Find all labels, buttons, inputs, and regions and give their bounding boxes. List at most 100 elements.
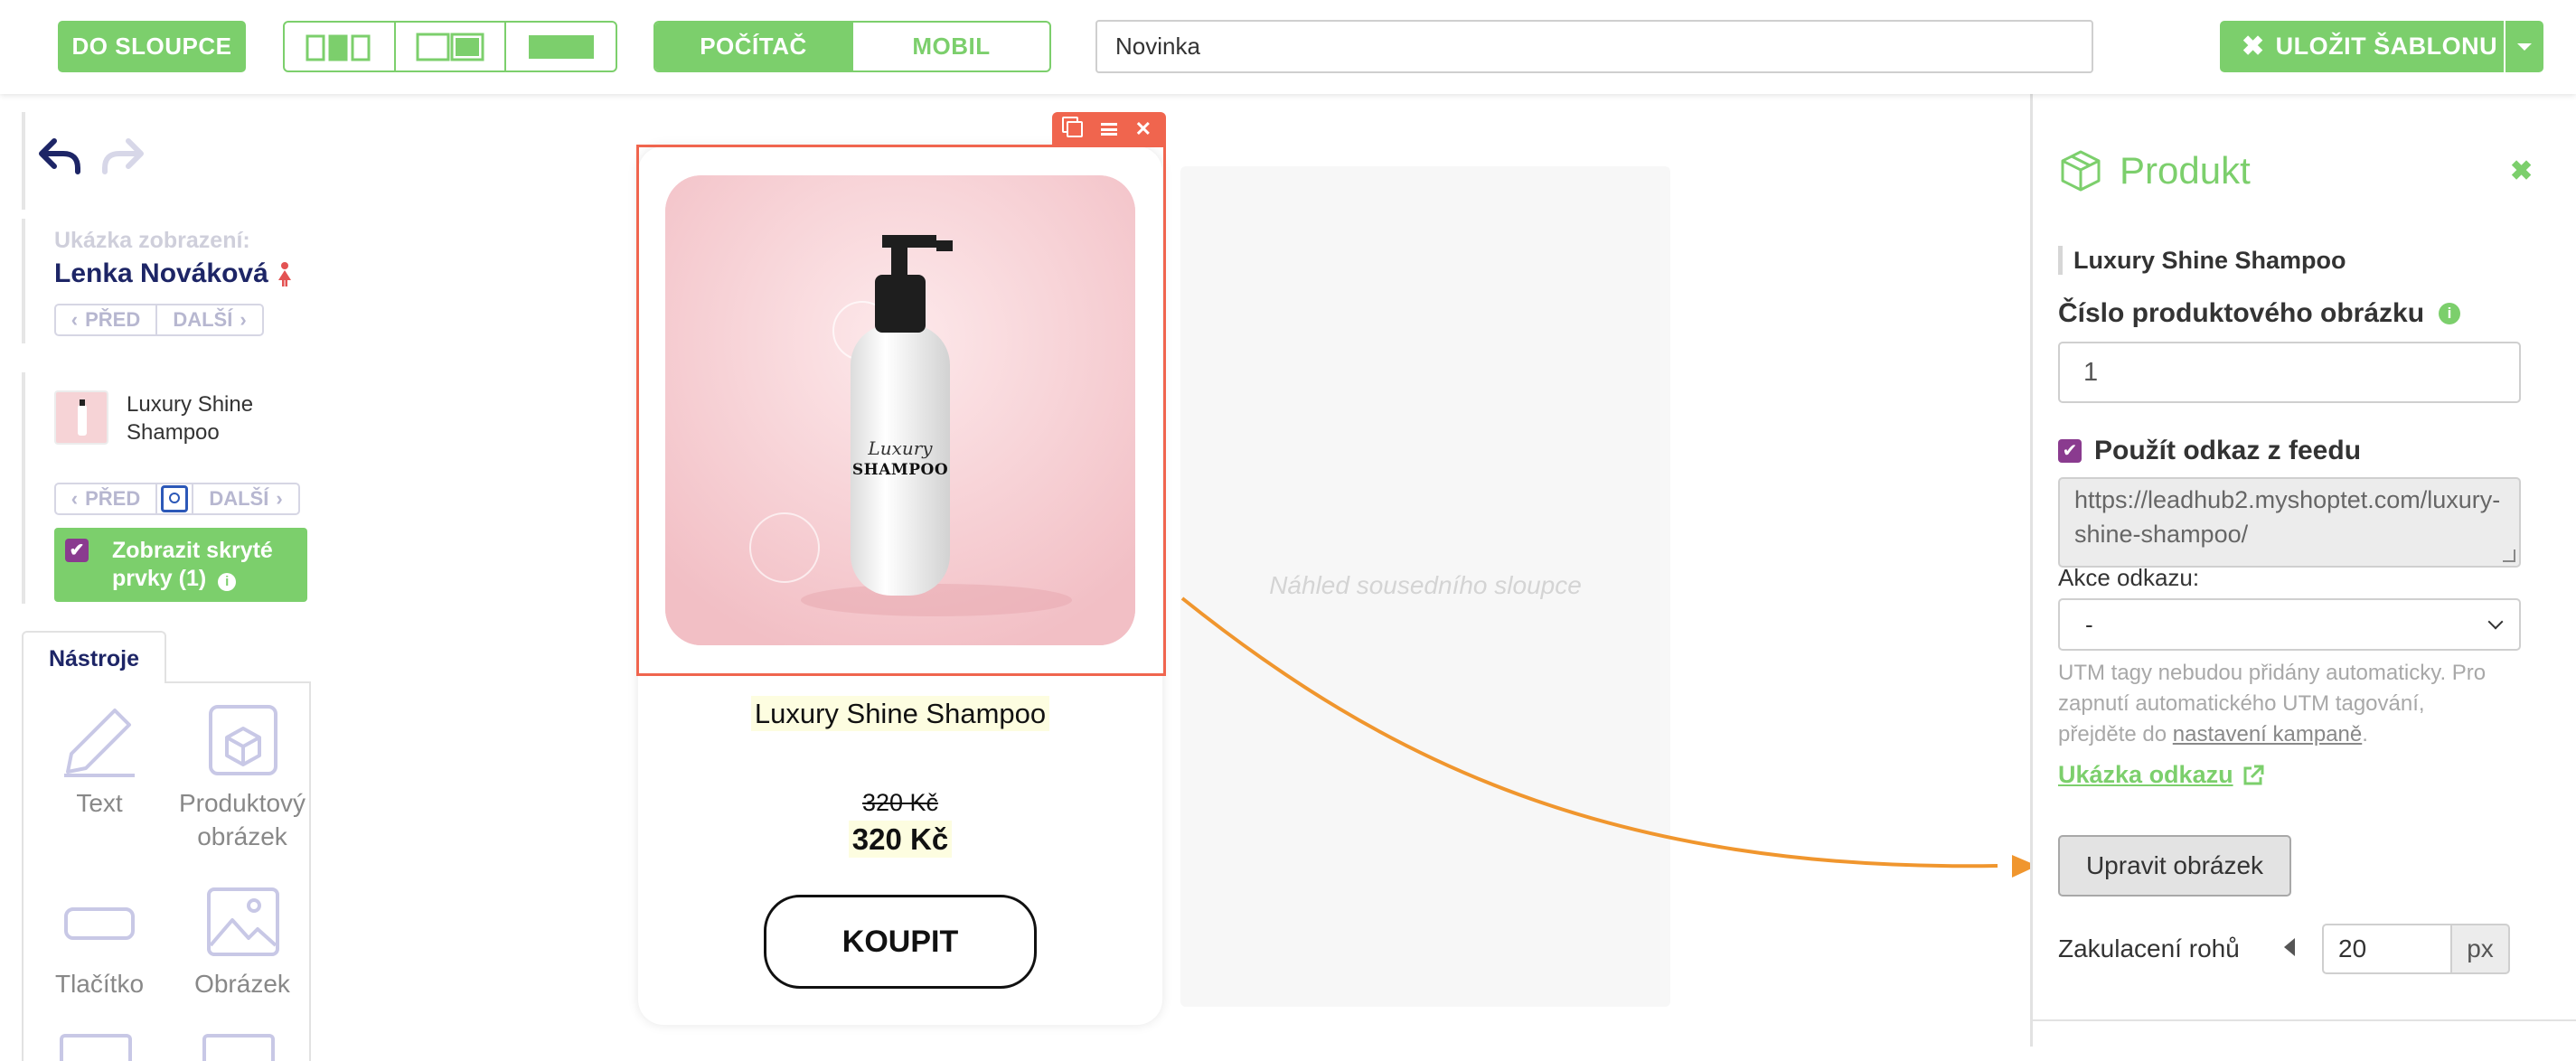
panel-product-name: Luxury Shine Shampoo bbox=[2058, 246, 2346, 275]
template-name-input[interactable]: Novinka bbox=[1095, 20, 2093, 73]
utm-note-line: přejděte do nastavení kampaně. bbox=[2058, 719, 2546, 750]
bottle-label-script: Luxury bbox=[868, 437, 933, 459]
image-number-value: 1 bbox=[2083, 357, 2099, 387]
contact-prev-button[interactable]: ‹ PŘED bbox=[56, 305, 157, 334]
use-feed-link-checkbox[interactable]: ✔ Použít odkaz z feedu bbox=[2058, 436, 2361, 466]
layout-one-column-option[interactable] bbox=[506, 23, 616, 70]
device-mobile-tab[interactable]: MOBIL bbox=[853, 23, 1049, 70]
to-columns-button[interactable]: DO SLOUPCE bbox=[58, 21, 246, 72]
use-feed-link-label: Použít odkaz z feedu bbox=[2094, 436, 2362, 465]
caret-left-icon[interactable] bbox=[2284, 938, 2295, 956]
edit-image-button[interactable]: Upravit obrázek bbox=[2058, 835, 2291, 897]
tool-image[interactable]: Obrázek bbox=[170, 886, 315, 1000]
left-divider bbox=[22, 112, 25, 210]
panel-close-icon[interactable]: ✖ bbox=[2510, 155, 2533, 187]
layout-two-columns-option[interactable] bbox=[396, 23, 507, 70]
chevron-right-icon: › bbox=[240, 308, 247, 331]
link-preview-link[interactable]: Ukázka odkazu bbox=[2058, 761, 2266, 789]
corner-radius-input[interactable]: 20 bbox=[2322, 924, 2452, 974]
undo-icon[interactable] bbox=[38, 136, 83, 180]
panel-section-divider bbox=[2033, 1019, 2576, 1021]
price[interactable]: 320 Kč bbox=[638, 821, 1162, 858]
menu-icon[interactable] bbox=[1100, 123, 1117, 136]
campaign-settings-link[interactable]: nastavení kampaně bbox=[2173, 722, 2362, 746]
product-prev-label: PŘED bbox=[85, 487, 141, 510]
info-icon: i bbox=[218, 573, 237, 591]
three-columns-icon bbox=[306, 34, 371, 61]
info-icon[interactable]: i bbox=[2439, 303, 2461, 324]
link-url-textarea[interactable]: https://leadhub2.myshoptet.com/luxury-sh… bbox=[2058, 477, 2521, 568]
chevron-left-icon: ‹ bbox=[71, 487, 79, 510]
contact-next-label: DALŠÍ bbox=[173, 308, 233, 331]
product-prev-button[interactable]: ‹ PŘED bbox=[56, 484, 157, 513]
product-search-button[interactable] bbox=[157, 484, 193, 513]
duplicate-icon[interactable] bbox=[1066, 121, 1083, 137]
left-divider bbox=[22, 219, 25, 343]
link-action-select[interactable]: - bbox=[2058, 598, 2521, 651]
preview-label: Ukázka zobrazení: bbox=[54, 228, 250, 253]
buy-button[interactable]: KOUPIT bbox=[764, 895, 1037, 989]
redo-icon[interactable] bbox=[99, 136, 145, 180]
chevron-down-icon bbox=[2487, 614, 2504, 630]
corner-radius-value: 20 bbox=[2338, 934, 2367, 962]
template-name-value: Novinka bbox=[1115, 33, 1200, 60]
image-number-input[interactable]: 1 bbox=[2058, 342, 2521, 403]
neighbor-column-preview: Náhled sousedního sloupce bbox=[1180, 166, 1670, 1007]
layout-three-columns-option[interactable] bbox=[285, 23, 396, 70]
product-image[interactable]: Luxury SHAMPOO bbox=[665, 175, 1135, 645]
pencil-icon bbox=[64, 709, 135, 777]
contact-pager: ‹ PŘED DALŠÍ › bbox=[54, 304, 264, 336]
tool-button[interactable]: Tlačítko bbox=[27, 886, 172, 1000]
close-x-icon: ✖ bbox=[2242, 32, 2265, 61]
image-number-label: Číslo produktového obrázku i bbox=[2058, 298, 2461, 329]
left-divider bbox=[22, 372, 25, 604]
old-price[interactable]: 320 Kč bbox=[638, 789, 1162, 817]
bottle-label: SHAMPOO bbox=[851, 461, 949, 479]
tool-more-icon[interactable] bbox=[60, 1034, 132, 1061]
product-next-button[interactable]: DALŠÍ › bbox=[193, 484, 298, 513]
corner-radius-unit: px bbox=[2450, 924, 2510, 974]
utm-note-text: přejděte do bbox=[2058, 722, 2173, 746]
product-pager: ‹ PŘED DALŠÍ › bbox=[54, 483, 300, 515]
one-column-icon bbox=[528, 34, 594, 59]
tools-tab[interactable]: Nástroje bbox=[22, 631, 166, 683]
show-hidden-toggle[interactable]: ✔ Zobrazit skryté prvky (1) i bbox=[54, 528, 307, 602]
link-action-value: - bbox=[2085, 610, 2093, 638]
close-icon[interactable]: ✕ bbox=[1135, 119, 1152, 139]
product-title[interactable]: Luxury Shine Shampoo bbox=[638, 696, 1162, 731]
preview-contact: Lenka Nováková bbox=[54, 258, 294, 289]
resize-handle-icon[interactable] bbox=[2503, 549, 2515, 562]
link-action-label: Akce odkazu: bbox=[2058, 564, 2200, 591]
panel-title: Produkt bbox=[2120, 149, 2251, 192]
tool-more-icon[interactable] bbox=[202, 1034, 275, 1061]
tools-panel: Text Produktový obrázek Tlačítko Obrázek bbox=[22, 681, 311, 1061]
checkbox-checked-icon: ✔ bbox=[65, 539, 89, 562]
utm-note-line: zapnutí automatického UTM tagování, bbox=[2058, 691, 2425, 716]
tool-product-image-label: Produktový obrázek bbox=[178, 789, 306, 850]
utm-note: UTM tagy nebudou přidány automaticky. Pr… bbox=[2058, 658, 2546, 750]
panel-header: Produkt bbox=[2058, 148, 2251, 193]
right-panel: Produkt ✖ Luxury Shine Shampoo Číslo pro… bbox=[2030, 94, 2576, 1047]
panel-product-name-text: Luxury Shine Shampoo bbox=[2073, 247, 2346, 274]
device-desktop-tab[interactable]: POČÍTAČ bbox=[655, 23, 853, 70]
contact-name: Lenka Nováková bbox=[54, 258, 268, 288]
product-title-text: Luxury Shine Shampoo bbox=[750, 696, 1050, 731]
search-icon bbox=[161, 485, 188, 512]
device-switcher: POČÍTAČ MOBIL bbox=[653, 21, 1051, 72]
external-link-icon bbox=[2243, 765, 2264, 784]
caret-down-icon bbox=[2517, 42, 2532, 51]
product-next-label: DALŠÍ bbox=[209, 487, 269, 510]
tool-product-image[interactable]: Produktový obrázek bbox=[170, 705, 315, 853]
tool-text[interactable]: Text bbox=[27, 705, 172, 820]
layout-switcher bbox=[283, 21, 617, 72]
image-number-label-text: Číslo produktového obrázku bbox=[2058, 298, 2425, 328]
save-options-dropdown[interactable] bbox=[2505, 21, 2543, 72]
product-image-icon bbox=[209, 705, 277, 775]
block-toolbar: ✕ bbox=[1052, 112, 1166, 146]
contact-next-button[interactable]: DALŠÍ › bbox=[157, 305, 262, 334]
utm-note-end: . bbox=[2362, 722, 2368, 746]
link-url-value: https://leadhub2.myshoptet.com/luxury-sh… bbox=[2074, 486, 2501, 548]
tool-image-label: Obrázek bbox=[194, 970, 290, 998]
link-preview-label: Ukázka odkazu bbox=[2058, 761, 2233, 788]
save-template-button[interactable]: ✖ ULOŽIT ŠABLONU bbox=[2220, 21, 2504, 72]
